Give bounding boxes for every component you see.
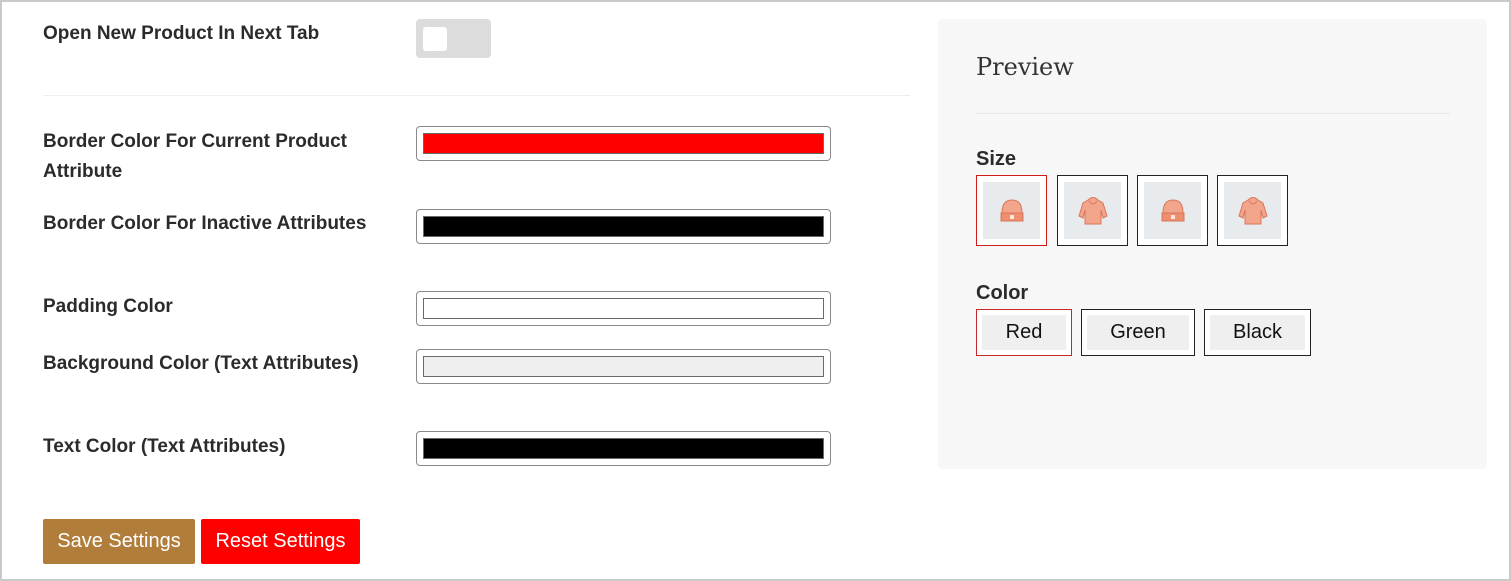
color-swatch [423,298,824,319]
reset-settings-button[interactable]: Reset Settings [201,519,360,564]
size-option-2[interactable] [1057,175,1128,246]
text-bg-color-label: Background Color (Text Attributes) [43,353,359,374]
settings-panel: Open New Product In Next Tab Border Colo… [0,0,1511,581]
open-new-tab-label: Open New Product In Next Tab [43,23,320,44]
color-option-green[interactable]: Green [1081,309,1195,356]
beanie-icon [983,182,1040,239]
current-border-color-label: Border Color For Current Product Attribu… [43,131,348,182]
beanie-icon [1144,182,1201,239]
color-swatch [423,438,824,459]
color-option-label: Red [1005,321,1043,343]
size-option-1[interactable] [976,175,1047,246]
toggle-knob [423,27,447,51]
inactive-border-color-picker[interactable] [416,209,831,244]
color-swatch [423,356,824,377]
size-option-3[interactable] [1137,175,1208,246]
color-option-label: Green [1110,321,1166,343]
padding-color-picker[interactable] [416,291,831,326]
text-color-picker[interactable] [416,431,831,466]
preview-title: Preview [976,53,1074,81]
color-swatch [423,133,824,154]
hoodie-icon [1064,182,1121,239]
color-option-red[interactable]: Red [976,309,1072,356]
preview-divider [976,113,1450,114]
text-color-label: Text Color (Text Attributes) [43,436,286,457]
color-option-black[interactable]: Black [1204,309,1311,356]
size-label: Size [976,148,1017,170]
padding-color-label: Padding Color [43,296,173,317]
inactive-border-color-label: Border Color For Inactive Attributes [43,213,367,234]
size-option-4[interactable] [1217,175,1288,246]
color-label: Color [976,282,1029,304]
hoodie-icon [1224,182,1281,239]
preview-panel: Preview Size Color Red Green Black [938,19,1487,469]
current-border-color-picker[interactable] [416,126,831,161]
open-new-tab-toggle[interactable] [416,19,491,58]
text-bg-color-picker[interactable] [416,349,831,384]
color-option-label: Black [1233,321,1282,343]
section-divider [43,95,910,96]
color-swatch [423,216,824,237]
save-settings-button[interactable]: Save Settings [43,519,195,564]
